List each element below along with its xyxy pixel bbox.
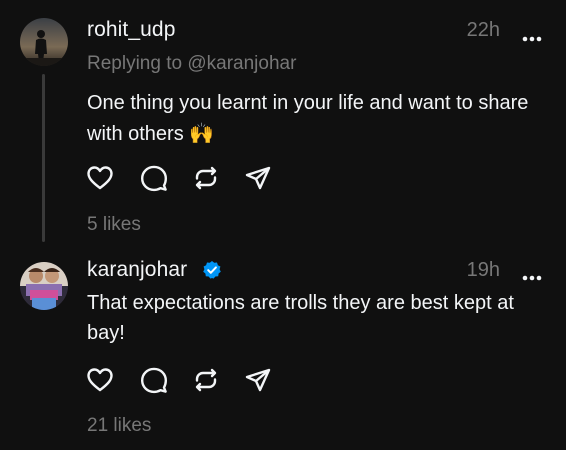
verified-badge-icon [202,260,222,280]
replying-to-label[interactable]: Replying to @karanjohar [87,53,296,75]
thread-line [42,74,45,242]
heart-icon[interactable] [86,366,114,394]
timestamp: 19h [466,259,500,281]
more-options-icon[interactable] [522,268,542,281]
likes-count[interactable]: 5 likes [87,214,141,236]
username[interactable]: karanjohar [87,258,187,282]
timestamp: 22h [466,19,500,41]
reply-post: rohit_udp 22h Replying to @karanjohar On… [0,0,566,248]
likes-count[interactable]: 21 likes [87,415,151,437]
post-text: One thing you learnt in your life and wa… [87,88,547,149]
reply-post: karanjohar 19h That expectations are tro… [0,248,566,450]
comment-icon[interactable] [140,366,168,394]
share-icon[interactable] [244,164,272,192]
username[interactable]: rohit_udp [87,18,175,42]
avatar[interactable] [20,18,68,66]
more-options-icon[interactable] [522,29,542,42]
comment-icon[interactable] [140,164,168,192]
share-icon[interactable] [244,366,272,394]
post-text-content: One thing you learnt in your life and wa… [87,92,529,145]
post-text: That expectations are trolls they are be… [87,292,514,344]
heart-icon[interactable] [86,164,114,192]
raised-hands-emoji: 🙌 [189,121,215,145]
repost-icon[interactable] [192,164,220,192]
avatar[interactable] [20,262,68,310]
repost-icon[interactable] [192,366,220,394]
